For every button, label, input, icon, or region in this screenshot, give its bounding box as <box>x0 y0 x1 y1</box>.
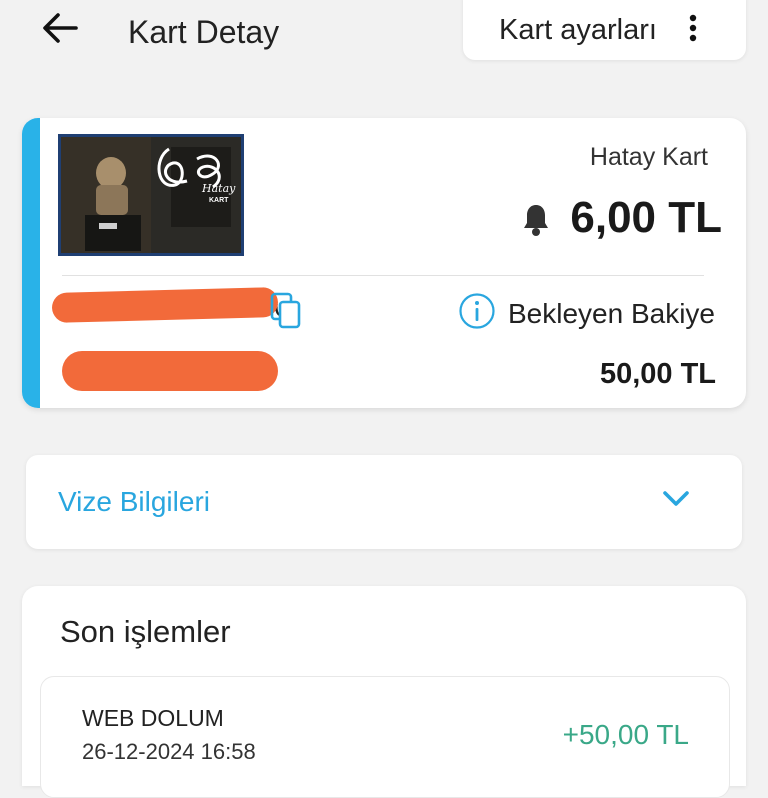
transaction-date: 26-12-2024 16:58 <box>82 739 256 764</box>
card-settings-label: Kart ayarları <box>499 14 657 46</box>
transaction-amount: +50,00 TL <box>562 719 689 750</box>
info-icon[interactable] <box>458 292 496 330</box>
card-accent-bar <box>22 118 40 408</box>
card-balance: 6,00 TL <box>570 193 722 242</box>
bell-icon <box>524 205 548 236</box>
visa-info-label: Vize Bilgileri <box>58 486 210 517</box>
copy-icon[interactable] <box>269 291 303 331</box>
kebab-menu-icon <box>689 14 697 42</box>
transaction-item[interactable]: WEB DOLUM 26-12-2024 16:58 +50,00 TL <box>40 676 730 798</box>
redacted-card-holder <box>62 351 278 391</box>
card-image: ae Hatay KART <box>58 134 244 256</box>
back-button[interactable] <box>38 10 82 46</box>
top-bar: Kart Detay Kart ayarları <box>0 0 768 64</box>
pending-balance-label: Bekleyen Bakiye <box>508 298 716 329</box>
recent-transactions-panel: Son işlemler WEB DOLUM 26-12-2024 16:58 … <box>22 586 746 798</box>
card-settings-button[interactable]: Kart ayarları <box>463 0 746 60</box>
transaction-type: WEB DOLUM <box>82 705 224 731</box>
pending-balance-amount: 50,00 TL <box>599 358 716 390</box>
card-artwork <box>61 137 241 253</box>
transport-card[interactable]: ae Hatay KART Hatay Kart 6,00 TL 049 050… <box>22 118 746 408</box>
card-image-subtitle: KART <box>209 197 229 204</box>
page-title: Kart Detay <box>128 14 280 50</box>
card-image-logo: ae <box>171 145 172 146</box>
card-name: Hatay Kart <box>589 143 708 171</box>
visa-info-accordion[interactable]: Vize Bilgileri <box>26 455 742 549</box>
arrow-left-icon <box>43 13 78 43</box>
card-divider <box>62 275 704 276</box>
redacted-card-number <box>51 287 279 323</box>
chevron-down-icon <box>663 491 689 506</box>
recent-transactions-title: Son işlemler <box>60 614 231 649</box>
card-image-brand: Hatay <box>202 182 236 195</box>
